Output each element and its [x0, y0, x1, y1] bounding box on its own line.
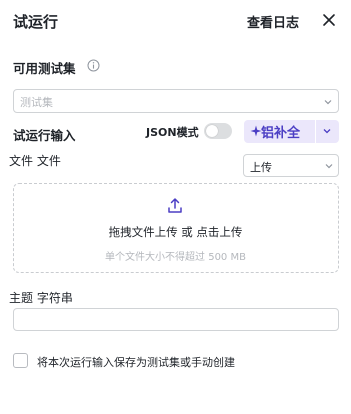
- test-set-label: 可用测试集: [13, 61, 76, 76]
- file-mode-select[interactable]: 上传: [243, 154, 339, 177]
- chevron-down-icon: [325, 164, 333, 169]
- dropzone-limit-text: 单个文件大小不得超过 500 MB: [105, 252, 246, 263]
- test-set-select[interactable]: 测试集: [13, 89, 339, 113]
- view-logs-button[interactable]: 查看日志: [247, 12, 299, 31]
- string-field-input[interactable]: [13, 308, 339, 331]
- save-as-testset-label: 将本次运行输入保存为测试集或手动创建: [37, 356, 235, 369]
- run-input-label: 试运行输入: [13, 128, 76, 143]
- info-circle-icon[interactable]: [87, 59, 100, 72]
- chevron-down-icon: [324, 100, 332, 105]
- upload-icon: [168, 198, 182, 213]
- json-mode-toggle[interactable]: [204, 123, 232, 139]
- toggle-knob: [206, 125, 218, 137]
- chevron-down-icon: [323, 129, 331, 134]
- dropzone-text: 拖拽文件上传 或 点击上传: [108, 225, 243, 239]
- string-field-label: 主题 字符串: [9, 291, 73, 305]
- ai-fill-label: 铝补全: [261, 126, 301, 141]
- save-as-testset-checkbox[interactable]: [13, 353, 28, 368]
- json-mode-label: JSON模式: [146, 126, 199, 139]
- ai-fill-more-button[interactable]: [316, 120, 339, 143]
- panel-title: 试运行: [13, 13, 59, 31]
- file-mode-value: 上传: [250, 161, 272, 174]
- panel-header: 试运行 查看日志: [0, 0, 351, 42]
- ai-fill-button[interactable]: 铝补全: [244, 120, 315, 143]
- close-icon[interactable]: [320, 11, 338, 29]
- file-field-label: 文件 文件: [9, 154, 61, 168]
- test-set-placeholder: 测试集: [20, 96, 53, 109]
